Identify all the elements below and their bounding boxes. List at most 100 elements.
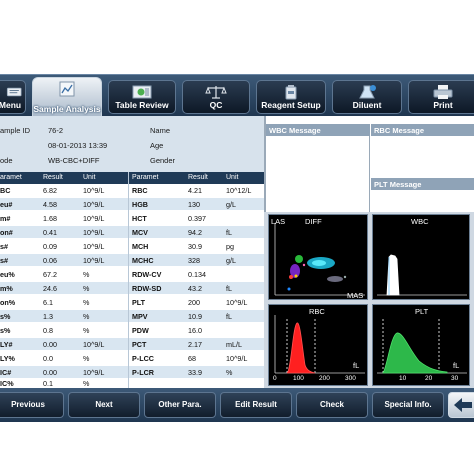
reagent-setup-label: Reagent Setup: [261, 100, 321, 110]
rbc-tick: 100: [293, 375, 304, 382]
param-result: 2.17: [188, 340, 202, 349]
edit-result-button[interactable]: Edit Result: [220, 392, 292, 418]
param-name: eu%: [0, 270, 15, 279]
plt-histogram-svg: [377, 319, 467, 374]
table-review-icon: [132, 85, 152, 99]
table-row: LY% 0.0% P-LCC 68 10^9/L: [0, 352, 264, 364]
results-table: aramet Result Unit Paramet Result Unit B…: [0, 172, 264, 388]
table-review-label: Table Review: [115, 100, 169, 110]
bottom-action-bar: Previous Next Other Para. Edit Result Ch…: [0, 388, 474, 422]
table-row: eu% 67.2% RDW-CV 0.134: [0, 268, 264, 280]
param-name: PLT: [132, 298, 146, 307]
next-button[interactable]: Next: [68, 392, 140, 418]
neutrophil-core: [312, 260, 326, 266]
messages-panel: WBC Message RBC Message PLT Message: [264, 116, 474, 212]
param-name: MCV: [132, 228, 148, 237]
param-result: 0.09: [43, 242, 57, 251]
param-unit: g/L: [226, 200, 236, 209]
param-result: 0.0: [43, 354, 53, 363]
sample-id-label: ample ID: [0, 126, 31, 135]
param-unit: %: [83, 326, 90, 335]
table-row: on# 0.41 10^9/L MCV 94.2 fL: [0, 226, 264, 238]
param-unit: 10^9/L: [83, 200, 105, 209]
plt-tick: 20: [425, 375, 433, 382]
diff-scattergram: LAS DIFF MAS: [268, 214, 368, 300]
back-button[interactable]: [448, 392, 474, 418]
param-name: P-LCC: [132, 354, 154, 363]
param-name: MPV: [132, 312, 148, 321]
plt-unit: fL: [453, 361, 460, 370]
param-unit: fL: [226, 312, 232, 321]
other-para-button[interactable]: Other Para.: [144, 392, 216, 418]
menu-button[interactable]: Menu: [0, 80, 26, 114]
check-button[interactable]: Check: [296, 392, 368, 418]
wbc-message-header: WBC Message: [266, 124, 370, 136]
diff-title: DIFF: [305, 217, 322, 226]
tab-sample-analysis[interactable]: Sample Analysis: [32, 77, 102, 117]
rbc-plot-title: RBC: [309, 307, 325, 316]
param-unit: 10^9/L: [226, 298, 248, 307]
plt-tick: 10: [399, 375, 407, 382]
table-row: eu# 4.58 10^9/L HGB 130 g/L: [0, 198, 264, 210]
table-row: s# 0.06 10^9/L MCHC 328 g/L: [0, 254, 264, 266]
diluent-button[interactable]: Diluent: [332, 80, 402, 114]
chart-icon: [59, 81, 75, 97]
analyzer-screen: Menu Sample Analysis Table Review QC Rea…: [0, 0, 474, 474]
balance-scale-icon: [205, 86, 227, 99]
param-name: eu#: [0, 200, 13, 209]
qc-button[interactable]: QC: [182, 80, 250, 114]
param-unit: %: [83, 379, 90, 388]
main-toolbar: Menu Sample Analysis Table Review QC Rea…: [0, 74, 474, 117]
param-name: m#: [0, 214, 11, 223]
header-result-2: Result: [188, 174, 208, 181]
param-name: HCT: [132, 214, 147, 223]
rbc-histogram: RBC fL 0 100 200 300: [268, 304, 368, 386]
param-name: s#: [0, 256, 8, 265]
rbc-tick: 300: [345, 375, 356, 382]
header-result: Result: [43, 174, 63, 181]
param-unit: %: [83, 284, 90, 293]
eosinophil-cluster: [327, 276, 343, 282]
print-button[interactable]: Print: [408, 80, 474, 114]
param-result: 0.00: [43, 340, 57, 349]
header-unit-2: Unit: [226, 174, 239, 181]
param-unit: 10^9/L: [226, 354, 248, 363]
special-info-button[interactable]: Special Info.: [372, 392, 444, 418]
las-axis-label: LAS: [271, 217, 286, 226]
param-unit: mL/L: [226, 340, 242, 349]
param-result: 0.06: [43, 256, 57, 265]
results-header: aramet Result Unit Paramet Result Unit: [0, 172, 264, 184]
sample-id-value: 76-2: [48, 126, 64, 135]
param-name: LY#: [0, 340, 13, 349]
param-name: RDW-CV: [132, 270, 162, 279]
param-result: 0.134: [188, 270, 206, 279]
previous-button[interactable]: Previous: [0, 392, 64, 418]
param-unit: %: [83, 270, 90, 279]
diff-scatter-svg: [274, 223, 365, 296]
param-name: IC%: [0, 379, 14, 388]
qc-label: QC: [209, 100, 223, 110]
patient-age-label: Age: [150, 141, 164, 150]
param-result: 0.41: [43, 228, 57, 237]
param-name: IC#: [0, 368, 12, 377]
param-unit: %: [83, 354, 90, 363]
table-row: s% 1.3% MPV 10.9 fL: [0, 310, 264, 322]
table-row: BC 6.82 10^9/L RBC 4.21 10^12/L: [0, 184, 264, 196]
param-name: s%: [0, 312, 11, 321]
table-row: IC% 0.1%: [0, 378, 264, 388]
rbc-unit: fL: [353, 361, 360, 370]
param-result: 130: [188, 200, 200, 209]
plt-histogram: PLT fL 10 20 30: [372, 304, 470, 386]
param-unit: %: [83, 298, 90, 307]
param-result: 67.2: [43, 270, 57, 279]
mode-label: ode: [0, 156, 13, 165]
table-row: IC# 0.00 10^9/L P-LCR 33.9%: [0, 366, 264, 378]
reagent-setup-button[interactable]: Reagent Setup: [256, 80, 326, 114]
table-review-button[interactable]: Table Review: [108, 80, 176, 114]
param-name: RBC: [132, 186, 148, 195]
rbc-message-box: [371, 136, 474, 178]
param-result: 0.1: [43, 379, 53, 388]
reagent-bottle-icon: [285, 85, 297, 100]
wbc-message-box: [266, 136, 370, 212]
param-result: 4.58: [43, 200, 57, 209]
